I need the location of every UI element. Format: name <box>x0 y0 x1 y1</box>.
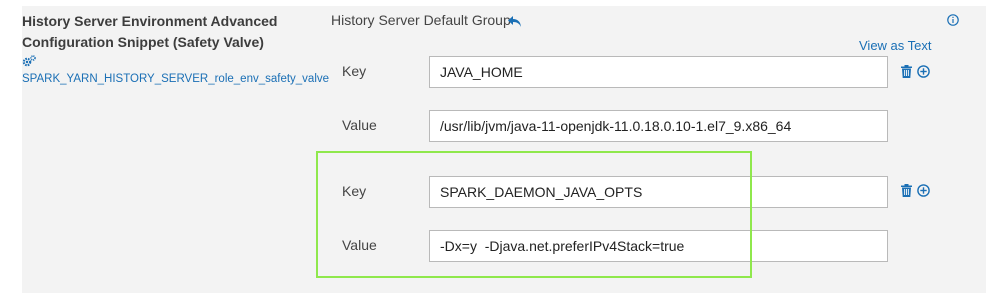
add-circle-icon[interactable] <box>917 184 930 197</box>
key-input[interactable] <box>429 176 888 208</box>
add-circle-icon[interactable] <box>917 65 930 78</box>
value-input[interactable] <box>429 230 888 262</box>
trash-icon[interactable] <box>901 65 912 78</box>
property-title: History Server Environment Advanced Conf… <box>22 11 322 53</box>
config-name-link[interactable]: SPARK_YARN_HISTORY_SERVER_role_env_safet… <box>22 73 329 85</box>
property-title-line2: Configuration Snippet (Safety Valve) <box>22 34 264 50</box>
value-label: Value <box>342 237 377 253</box>
trash-icon[interactable] <box>901 184 912 197</box>
key-label: Key <box>342 63 367 79</box>
info-circle-icon[interactable] <box>947 14 959 26</box>
value-label: Value <box>342 117 377 133</box>
group-title: History Server Default Group <box>331 12 511 28</box>
property-title-line1: History Server Environment Advanced <box>22 13 278 29</box>
value-input[interactable] <box>429 110 888 142</box>
view-as-text-link[interactable]: View as Text <box>859 38 932 53</box>
key-label: Key <box>342 183 367 199</box>
gears-icon <box>22 55 36 67</box>
undo-arrow-icon[interactable] <box>507 13 523 29</box>
key-input[interactable] <box>429 56 888 88</box>
